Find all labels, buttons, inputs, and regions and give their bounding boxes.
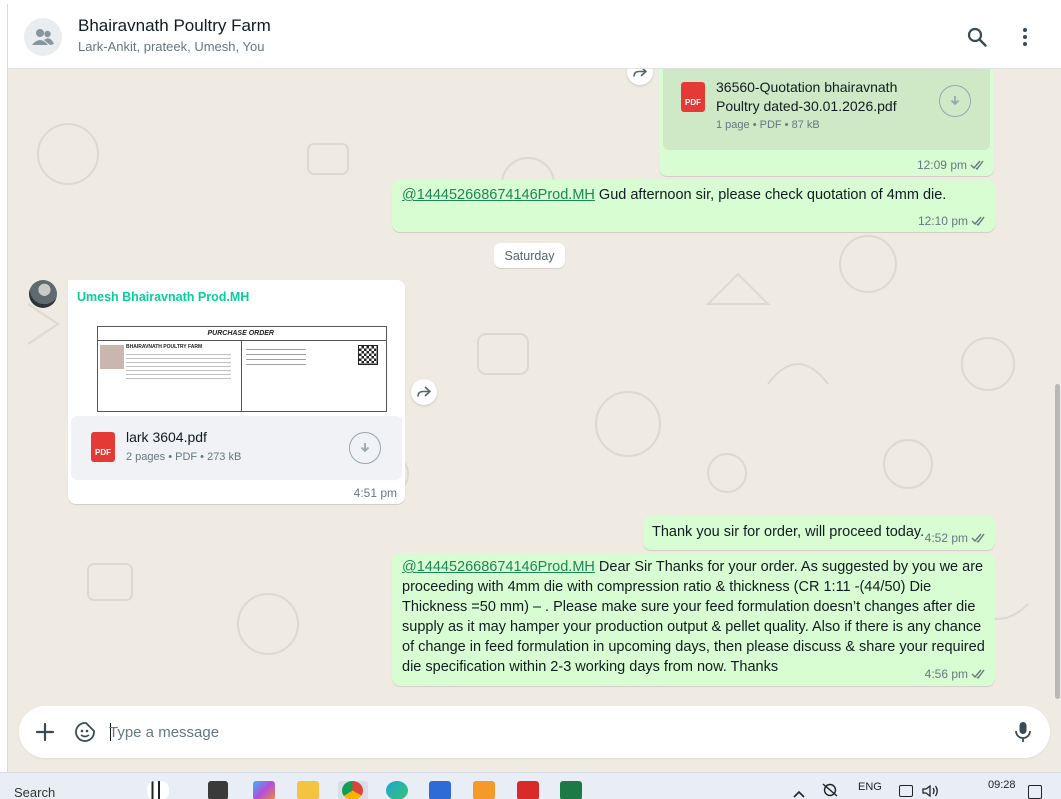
chat-scrollbar[interactable] bbox=[1055, 384, 1060, 699]
mention-link[interactable]: @144452668674146Prod.MH bbox=[402, 559, 595, 575]
preview-divider bbox=[241, 341, 242, 412]
quotation-message[interactable]: PDF 36560-Quotation bhairavnath Poultry … bbox=[659, 54, 994, 176]
document-preview[interactable]: PURCHASE ORDER BHAIRAVNATH POULTRY FARM bbox=[97, 326, 387, 412]
chat-window: Bhairavnath Poultry Farm Lark-Ankit, pra… bbox=[7, 4, 1061, 772]
message-time: 12:10 pm bbox=[918, 214, 987, 228]
order-confirmation-message[interactable]: @144452668674146Prod.MH Dear Sir Thanks … bbox=[392, 553, 995, 686]
group-avatar-icon[interactable] bbox=[24, 18, 62, 56]
preview-company: BHAIRAVNATH POULTRY FARM bbox=[126, 344, 203, 350]
pdf-icon: PDF bbox=[91, 432, 115, 462]
time-label: 12:09 pm bbox=[916, 158, 967, 172]
chat-title[interactable]: Bhairavnath Poultry Farm bbox=[78, 16, 271, 36]
time-label: 4:52 pm bbox=[924, 531, 968, 545]
document-name-line-2: Poultry dated-30.01.2026.pdf bbox=[716, 98, 897, 114]
message-composer bbox=[19, 706, 1050, 758]
pdf-icon: PDF bbox=[681, 82, 705, 112]
double-check-icon bbox=[971, 533, 985, 543]
preview-logo bbox=[100, 345, 124, 369]
afternoon-message[interactable]: @144452668674146Prod.MH Gud afternoon si… bbox=[392, 180, 995, 232]
preview-order-fields bbox=[246, 345, 306, 369]
os-taskbar: Search ENG 09:28 bbox=[0, 772, 1061, 799]
message-time: 4:52 pm bbox=[925, 531, 987, 545]
notification-icon[interactable] bbox=[1028, 785, 1042, 799]
message-text: @144452668674146Prod.MH Dear Sir Thanks … bbox=[402, 557, 987, 677]
po-document-card[interactable]: PDF lark 3604.pdf 2 pages • PDF • 273 kB bbox=[71, 416, 402, 480]
chat-header[interactable]: Bhairavnath Poultry Farm Lark-Ankit, pra… bbox=[8, 4, 1061, 69]
message-input[interactable] bbox=[109, 721, 959, 743]
message-time: 4:51 pm bbox=[354, 486, 397, 500]
purchase-order-message[interactable]: Umesh Bhairavnath Prod.MH PURCHASE ORDER… bbox=[68, 280, 405, 504]
sender-avatar[interactable] bbox=[29, 280, 57, 308]
menu-icon[interactable] bbox=[1012, 24, 1038, 50]
message-line-1: @144452668674146Prod.MH Dear Sir Thanks … bbox=[402, 557, 987, 577]
mention-link[interactable]: @144452668674146Prod.MH bbox=[402, 187, 595, 203]
thanks-message[interactable]: Thank you sir for order, will proceed to… bbox=[643, 516, 995, 550]
download-icon[interactable] bbox=[349, 432, 381, 464]
language-indicator[interactable]: ENG bbox=[858, 781, 882, 793]
message-body: Gud afternoon sir, please check quotatio… bbox=[594, 187, 947, 203]
plus-icon[interactable] bbox=[35, 722, 55, 742]
sticker-icon[interactable] bbox=[74, 721, 96, 743]
double-check-icon bbox=[970, 160, 984, 170]
message-time: 12:09 pm bbox=[917, 158, 986, 172]
zebra-widget-icon[interactable] bbox=[147, 781, 169, 799]
message-line-1-text: Dear Sir Thanks for your order. As sugge… bbox=[594, 559, 984, 575]
message-line-4: supply as it may hamper your production … bbox=[402, 619, 982, 635]
chrome-icon[interactable] bbox=[342, 781, 363, 799]
clock[interactable]: 09:28 bbox=[988, 779, 1016, 791]
sync-off-icon[interactable] bbox=[822, 783, 838, 799]
chat-participants[interactable]: Lark-Ankit, prateek, Umesh, You bbox=[78, 39, 264, 54]
day-separator: Saturday bbox=[494, 243, 565, 268]
time-label: 4:51 pm bbox=[353, 486, 397, 500]
message-line-2: proceeding with 4mm die with compression… bbox=[402, 579, 932, 595]
file-explorer-icon[interactable] bbox=[297, 781, 319, 799]
taskbar-search[interactable]: Search bbox=[14, 785, 55, 799]
double-check-icon bbox=[971, 216, 985, 226]
message-time: 4:56 pm bbox=[925, 667, 987, 681]
forward-icon[interactable] bbox=[411, 379, 437, 405]
download-icon[interactable] bbox=[939, 85, 971, 117]
mic-icon[interactable] bbox=[1014, 721, 1032, 743]
store-icon[interactable] bbox=[429, 781, 451, 799]
preview-text-lines bbox=[126, 351, 231, 381]
document-name: lark 3604.pdf bbox=[126, 429, 207, 445]
sender-name[interactable]: Umesh Bhairavnath Prod.MH bbox=[77, 290, 249, 304]
edge-icon[interactable] bbox=[386, 781, 408, 799]
message-line-3: Thickness =50 mm) – . Please make sure y… bbox=[402, 599, 976, 615]
outlook-icon[interactable] bbox=[473, 781, 495, 799]
double-check-icon bbox=[971, 669, 985, 679]
document-name-line-1: 36560-Quotation bhairavnath bbox=[716, 79, 898, 95]
acrobat-icon[interactable] bbox=[517, 781, 539, 799]
copilot-icon[interactable] bbox=[253, 781, 275, 799]
preview-title: PURCHASE ORDER bbox=[98, 327, 386, 341]
document-meta: 2 pages • PDF • 273 kB bbox=[126, 451, 242, 463]
message-line-5: of change in feed formulation in upcomin… bbox=[402, 639, 985, 655]
document-meta: 1 page • PDF • 87 kB bbox=[716, 119, 820, 131]
time-label: 4:56 pm bbox=[924, 667, 968, 681]
task-view-icon[interactable] bbox=[208, 781, 228, 799]
time-label: 12:10 pm bbox=[917, 214, 968, 228]
chevron-up-icon[interactable] bbox=[793, 785, 805, 798]
message-text: @144452668674146Prod.MH Gud afternoon si… bbox=[402, 185, 946, 205]
quotation-document-card[interactable]: PDF 36560-Quotation bhairavnath Poultry … bbox=[663, 58, 990, 150]
volume-icon[interactable] bbox=[922, 784, 940, 798]
message-line-6: die specification within 2-3 working day… bbox=[402, 659, 779, 675]
message-text: Thank you sir for order, will proceed to… bbox=[652, 524, 925, 540]
network-icon[interactable] bbox=[899, 785, 913, 797]
search-icon[interactable] bbox=[964, 24, 990, 50]
excel-icon[interactable] bbox=[560, 781, 582, 799]
document-name: 36560-Quotation bhairavnath Poultry date… bbox=[716, 78, 897, 116]
qr-code bbox=[358, 345, 378, 365]
